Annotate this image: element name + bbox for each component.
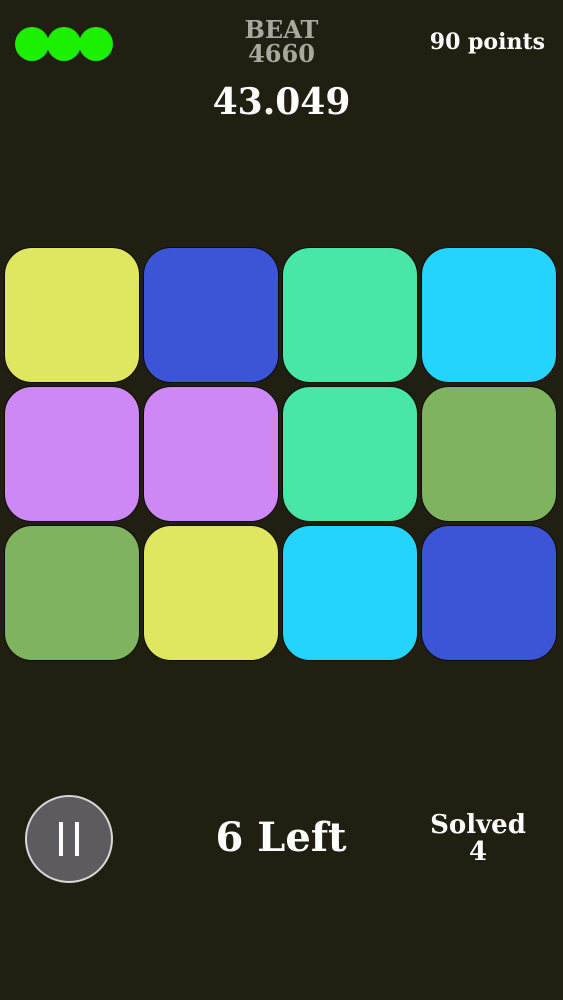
- points-display: 90 points: [429, 29, 545, 55]
- tiles-left: 6 Left: [215, 814, 347, 861]
- tile-cyan[interactable]: [421, 247, 557, 383]
- tile-cyan[interactable]: [282, 525, 418, 661]
- timer: 43.049: [212, 81, 351, 123]
- tile-blue[interactable]: [421, 525, 557, 661]
- tile-olive[interactable]: [4, 525, 140, 661]
- pause-button[interactable]: [25, 795, 113, 883]
- tile-olive[interactable]: [421, 386, 557, 522]
- tile-yellow[interactable]: [4, 247, 140, 383]
- pause-icon-bar-left: [59, 822, 63, 856]
- tile-green[interactable]: [282, 386, 418, 522]
- tile-green[interactable]: [282, 247, 418, 383]
- tile-purple[interactable]: [4, 386, 140, 522]
- solved-label: Solved: [430, 810, 526, 840]
- tile-yellow[interactable]: [143, 525, 279, 661]
- solved-count: 4: [468, 837, 488, 867]
- tile-blue[interactable]: [143, 247, 279, 383]
- solved-counter: Solved 4: [408, 812, 548, 866]
- tile-grid: [4, 247, 560, 661]
- pause-icon-bar-right: [75, 822, 79, 856]
- tile-purple[interactable]: [143, 386, 279, 522]
